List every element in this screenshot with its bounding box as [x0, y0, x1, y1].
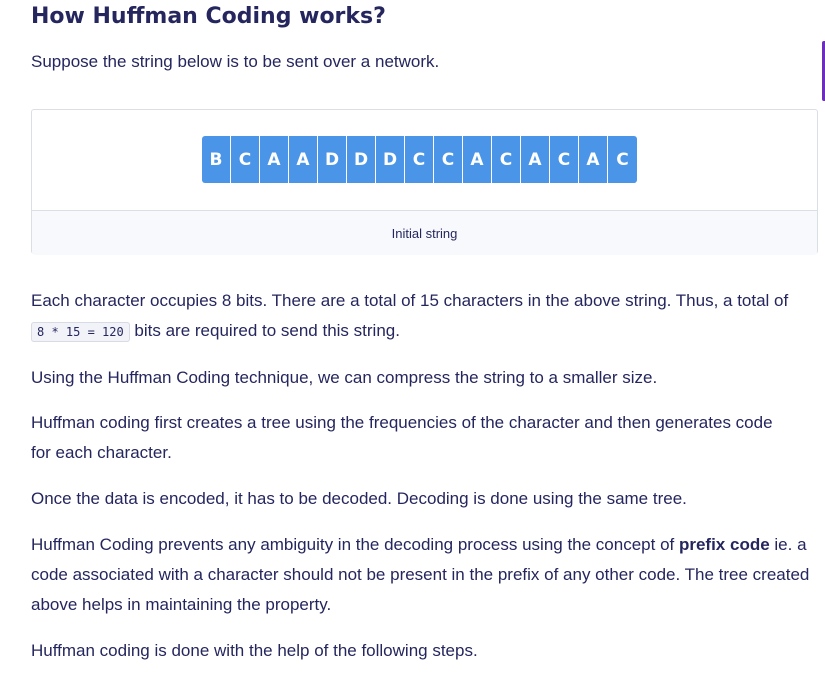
intro-paragraph: Suppose the string below is to be sent o…	[31, 52, 440, 71]
paragraph-text: bits are required to send this string.	[129, 321, 400, 340]
char-box: D	[318, 136, 347, 183]
char-box: C	[434, 136, 463, 183]
figure-image: BCAADDDCCACACAC	[32, 110, 817, 211]
paragraph-text: Each character occupies 8 bits. There ar…	[31, 291, 789, 310]
char-box: C	[492, 136, 521, 183]
section-heading: How Huffman Coding works?	[31, 4, 386, 29]
char-box: A	[289, 136, 318, 183]
inline-code: 8 * 15 = 120	[31, 322, 130, 342]
initial-string-figure: BCAADDDCCACACAC Initial string	[31, 109, 818, 255]
figure-caption: Initial string	[32, 211, 817, 255]
character-row: BCAADDDCCACACAC	[202, 136, 637, 183]
paragraph-bits: Each character occupies 8 bits. There ar…	[31, 286, 821, 347]
paragraph-tree: Huffman coding first creates a tree usin…	[31, 413, 773, 462]
paragraph-text: Huffman Coding prevents any ambiguity in…	[31, 535, 679, 554]
char-box: D	[347, 136, 376, 183]
char-box: D	[376, 136, 405, 183]
char-box: A	[260, 136, 289, 183]
paragraph-decode: Once the data is encoded, it has to be d…	[31, 489, 687, 508]
char-box: C	[231, 136, 260, 183]
char-box: B	[202, 136, 231, 183]
paragraph-compress: Using the Huffman Coding technique, we c…	[31, 368, 658, 387]
paragraph-steps: Huffman coding is done with the help of …	[31, 641, 478, 660]
char-box: A	[463, 136, 492, 183]
paragraph-prefix: Huffman Coding prevents any ambiguity in…	[31, 530, 821, 620]
bold-term: prefix code	[678, 535, 770, 554]
char-box: A	[579, 136, 608, 183]
char-box: C	[608, 136, 637, 183]
char-box: C	[550, 136, 579, 183]
char-box: C	[405, 136, 434, 183]
char-box: A	[521, 136, 550, 183]
